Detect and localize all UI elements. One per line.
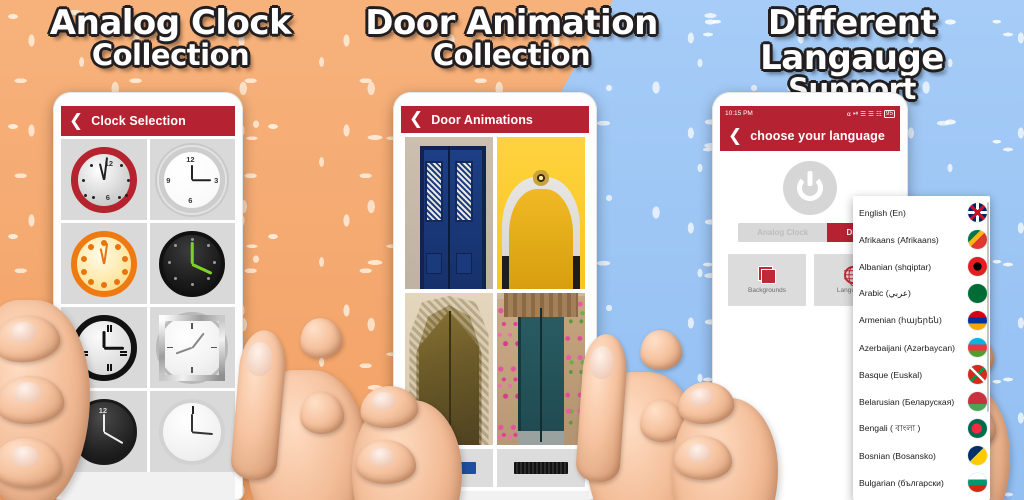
chevron-left-icon[interactable]: ❮ xyxy=(728,127,742,145)
analog-clock-tab[interactable]: Analog Clock xyxy=(738,223,828,242)
flag-icon-albania xyxy=(968,257,987,276)
door-grid-next-row xyxy=(401,449,589,491)
orange-dot-clock xyxy=(70,230,137,297)
black-green-hands-clock xyxy=(159,230,226,297)
status-bar-time: 10:15 PM xyxy=(725,110,753,117)
language-list: English (En) Afrikaans (Afrikaans) Albania… xyxy=(853,196,990,496)
language-item[interactable]: Bengali ( বাংলা ) xyxy=(853,415,990,442)
power-button[interactable] xyxy=(783,161,837,215)
clock-grid: 12 6 12 9 3 6 12 xyxy=(61,136,235,472)
language-name: Bosnian (Bosansko) xyxy=(859,450,936,461)
flag-icon-saudi-arabia xyxy=(968,284,987,303)
panel-title-1: Analog Clock Collection xyxy=(0,6,341,70)
language-dropdown[interactable]: English (En) Afrikaans (Afrikaans) Albania… xyxy=(853,196,990,500)
android-status-bar: 10:15 PM ⍺ ⏯ ☰ ☰ ☷ 95 xyxy=(720,106,900,121)
screenshot-stage: Analog Clock Collection Door Animation C… xyxy=(0,0,1024,500)
status-bar-icons: ⍺ ⏯ ☰ ☰ ☷ 95 xyxy=(846,109,895,118)
language-name: Bulgarian (български) xyxy=(859,477,944,488)
language-item[interactable]: Armenian (հայերեն) xyxy=(853,307,990,334)
clock-cell[interactable] xyxy=(149,307,235,388)
chevron-left-icon[interactable]: ❮ xyxy=(409,111,423,128)
panel-title-2-line1: Door Animation xyxy=(365,3,658,43)
appbar-title: Door Animations xyxy=(431,112,533,127)
flag-icon-bulgaria xyxy=(968,473,987,492)
chevron-left-icon[interactable]: ❮ xyxy=(69,112,83,130)
phone-2-screen: ❮ Door Animations xyxy=(401,106,589,500)
backgrounds-tile[interactable]: Backgrounds xyxy=(728,254,806,306)
door-cell-partial[interactable] xyxy=(497,449,585,487)
language-item[interactable]: Bulgarian (български) xyxy=(853,469,990,496)
clock-cell[interactable] xyxy=(61,223,147,304)
moroccan-carved-door[interactable] xyxy=(405,293,493,445)
panel-title-3-line1: Different Langauge xyxy=(760,3,944,78)
language-name: Basque (Euskal) xyxy=(859,369,923,380)
flag-icon-belarus xyxy=(968,392,987,411)
panel-title-1-line2: Collection xyxy=(91,37,250,72)
language-name: Afrikaans (Afrikaans) xyxy=(859,234,939,245)
phone-mockup-2: ❮ Door Animations xyxy=(393,92,597,500)
flag-icon-bosnia xyxy=(968,446,987,465)
language-name: Armenian (հայերեն) xyxy=(859,315,942,325)
white-minimal-clock xyxy=(159,398,226,465)
clock-cell[interactable]: 12 xyxy=(61,391,147,472)
language-item[interactable]: Basque (Euskal) xyxy=(853,361,990,388)
clock-selection-appbar: ❮ Clock Selection xyxy=(61,106,235,136)
flag-icon-south-africa xyxy=(968,230,987,249)
appbar-title: choose your language xyxy=(750,129,885,143)
language-name: English (En) xyxy=(859,207,906,218)
door-grid xyxy=(401,133,589,449)
dark-numeral-clock: 12 xyxy=(70,398,137,465)
language-name: Azerbaijani (Azərbaycan) xyxy=(859,342,956,353)
red-rim-clock: 12 6 xyxy=(70,146,137,213)
clock-cell[interactable] xyxy=(61,307,147,388)
bold-black-clock xyxy=(70,314,137,381)
language-item[interactable]: Azerbaijani (Azərbaycan) xyxy=(853,334,990,361)
language-item[interactable]: Belarusian (Беларуская) xyxy=(853,388,990,415)
language-item[interactable]: Arabic (عربي) xyxy=(853,280,990,307)
language-item[interactable]: Afrikaans (Afrikaans) xyxy=(853,226,990,253)
flag-icon-armenia xyxy=(968,311,987,330)
clock-cell[interactable] xyxy=(149,223,235,304)
language-name: Arabic (عربي) xyxy=(859,288,911,298)
panel-title-2-line2: Collection xyxy=(432,37,591,72)
phone-mockup-1: ❮ Clock Selection 12 6 12 9 3 6 12 xyxy=(53,92,243,500)
flag-icon-basque xyxy=(968,365,987,384)
vibrate-icon: ☷ xyxy=(875,110,882,118)
clock-cell[interactable]: 12 9 3 6 xyxy=(149,139,235,220)
flag-icon-bangladesh xyxy=(968,419,987,438)
door-animations-appbar: ❮ Door Animations xyxy=(401,106,589,133)
door-cell-partial[interactable] xyxy=(405,449,493,487)
panel-title-3: Different Langauge Support xyxy=(680,6,1024,105)
yellow-arched-door[interactable] xyxy=(497,137,585,289)
phone-1-screen: ❮ Clock Selection 12 6 12 9 3 6 12 xyxy=(61,106,235,500)
teal-door-with-flowers[interactable] xyxy=(497,293,585,445)
panel-title-1-line1: Analog Clock xyxy=(49,3,292,43)
chrome-clock xyxy=(159,314,226,381)
clock-cell[interactable]: 12 6 xyxy=(61,139,147,220)
dropdown-scrollbar[interactable] xyxy=(987,202,989,412)
silver-ring-clock: 12 9 3 6 xyxy=(159,146,226,213)
backgrounds-label: Backgrounds xyxy=(748,286,786,294)
language-name: Bengali ( বাংলা ) xyxy=(859,422,921,433)
backgrounds-icon xyxy=(758,265,776,284)
headphone-icon: ⍺ xyxy=(846,110,852,118)
appbar-title: Clock Selection xyxy=(91,114,186,128)
choose-language-appbar: ❮ choose your language xyxy=(720,121,900,151)
battery-level: 95 xyxy=(883,109,895,118)
language-item[interactable]: English (En) xyxy=(853,199,990,226)
blue-double-door[interactable] xyxy=(405,137,493,289)
clock-cell[interactable] xyxy=(149,391,235,472)
language-item[interactable]: Bosnian (Bosansko) xyxy=(853,442,990,469)
power-icon xyxy=(797,175,823,201)
language-name: Albanian (shqiptar) xyxy=(859,261,932,272)
signal-icon: ☰ xyxy=(868,110,874,118)
wifi-icon: ⏯ xyxy=(853,109,859,117)
language-item[interactable]: Albanian (shqiptar) xyxy=(853,253,990,280)
panel-title-2: Door Animation Collection xyxy=(341,6,682,70)
flag-icon-uk xyxy=(968,203,987,222)
signal-icon: ☰ xyxy=(860,110,867,118)
language-name: Belarusian (Беларуская) xyxy=(859,396,955,407)
flag-icon-azerbaijan xyxy=(968,338,987,357)
